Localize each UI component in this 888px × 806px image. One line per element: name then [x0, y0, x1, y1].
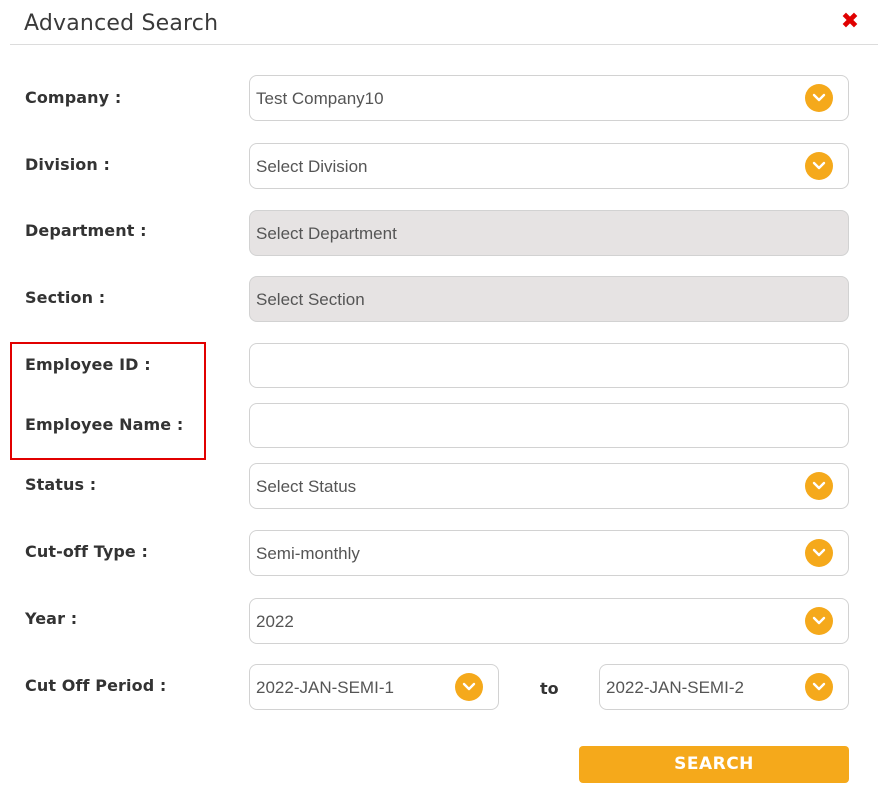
division-select[interactable]: Select Division — [249, 143, 849, 189]
chevron-down-icon[interactable] — [805, 152, 833, 180]
company-select-value: Test Company10 — [256, 89, 384, 108]
year-select[interactable]: 2022 — [249, 598, 849, 644]
cutoff-type-select-value: Semi-monthly — [256, 544, 360, 563]
department-label: Department : — [25, 221, 147, 240]
chevron-down-icon[interactable] — [805, 607, 833, 635]
dialog-title: Advanced Search — [24, 11, 219, 36]
section-label: Section : — [25, 288, 106, 307]
cutoff-period-from-select[interactable]: 2022-JAN-SEMI-1 — [249, 664, 499, 710]
year-select-value: 2022 — [256, 612, 294, 631]
status-label: Status : — [25, 475, 97, 494]
search-button[interactable]: SEARCH — [579, 746, 849, 783]
status-select-value: Select Status — [256, 477, 357, 496]
employee-name-label: Employee Name : — [25, 415, 184, 434]
cutoff-type-select[interactable]: Semi-monthly — [249, 530, 849, 576]
chevron-down-icon[interactable] — [805, 539, 833, 567]
cutoff-period-to-select[interactable]: 2022-JAN-SEMI-2 — [599, 664, 849, 710]
chevron-down-icon[interactable] — [805, 472, 833, 500]
cutoff-period-from-value: 2022-JAN-SEMI-1 — [256, 678, 394, 697]
cutoff-type-label: Cut-off Type : — [25, 542, 149, 561]
cutoff-period-to-value: 2022-JAN-SEMI-2 — [606, 678, 744, 697]
division-select-value: Select Division — [256, 157, 368, 176]
employee-id-input[interactable] — [249, 343, 849, 388]
status-select[interactable]: Select Status — [249, 463, 849, 509]
period-separator: to — [540, 679, 559, 698]
close-icon[interactable]: ✖ — [839, 10, 861, 34]
employee-id-label: Employee ID : — [25, 355, 151, 374]
cutoff-period-label: Cut Off Period : — [25, 676, 167, 695]
dialog-header: Advanced Search ✖ — [10, 0, 878, 45]
chevron-down-icon[interactable] — [805, 84, 833, 112]
department-select[interactable]: Select Department — [249, 210, 849, 256]
department-select-value: Select Department — [256, 224, 397, 243]
employee-name-input[interactable] — [249, 403, 849, 448]
section-select-value: Select Section — [256, 290, 365, 309]
chevron-down-icon[interactable] — [805, 673, 833, 701]
company-select[interactable]: Test Company10 — [249, 75, 849, 121]
division-label: Division : — [25, 155, 111, 174]
chevron-down-icon[interactable] — [455, 673, 483, 701]
section-select[interactable]: Select Section — [249, 276, 849, 322]
year-label: Year : — [25, 609, 78, 628]
company-label: Company : — [25, 88, 122, 107]
